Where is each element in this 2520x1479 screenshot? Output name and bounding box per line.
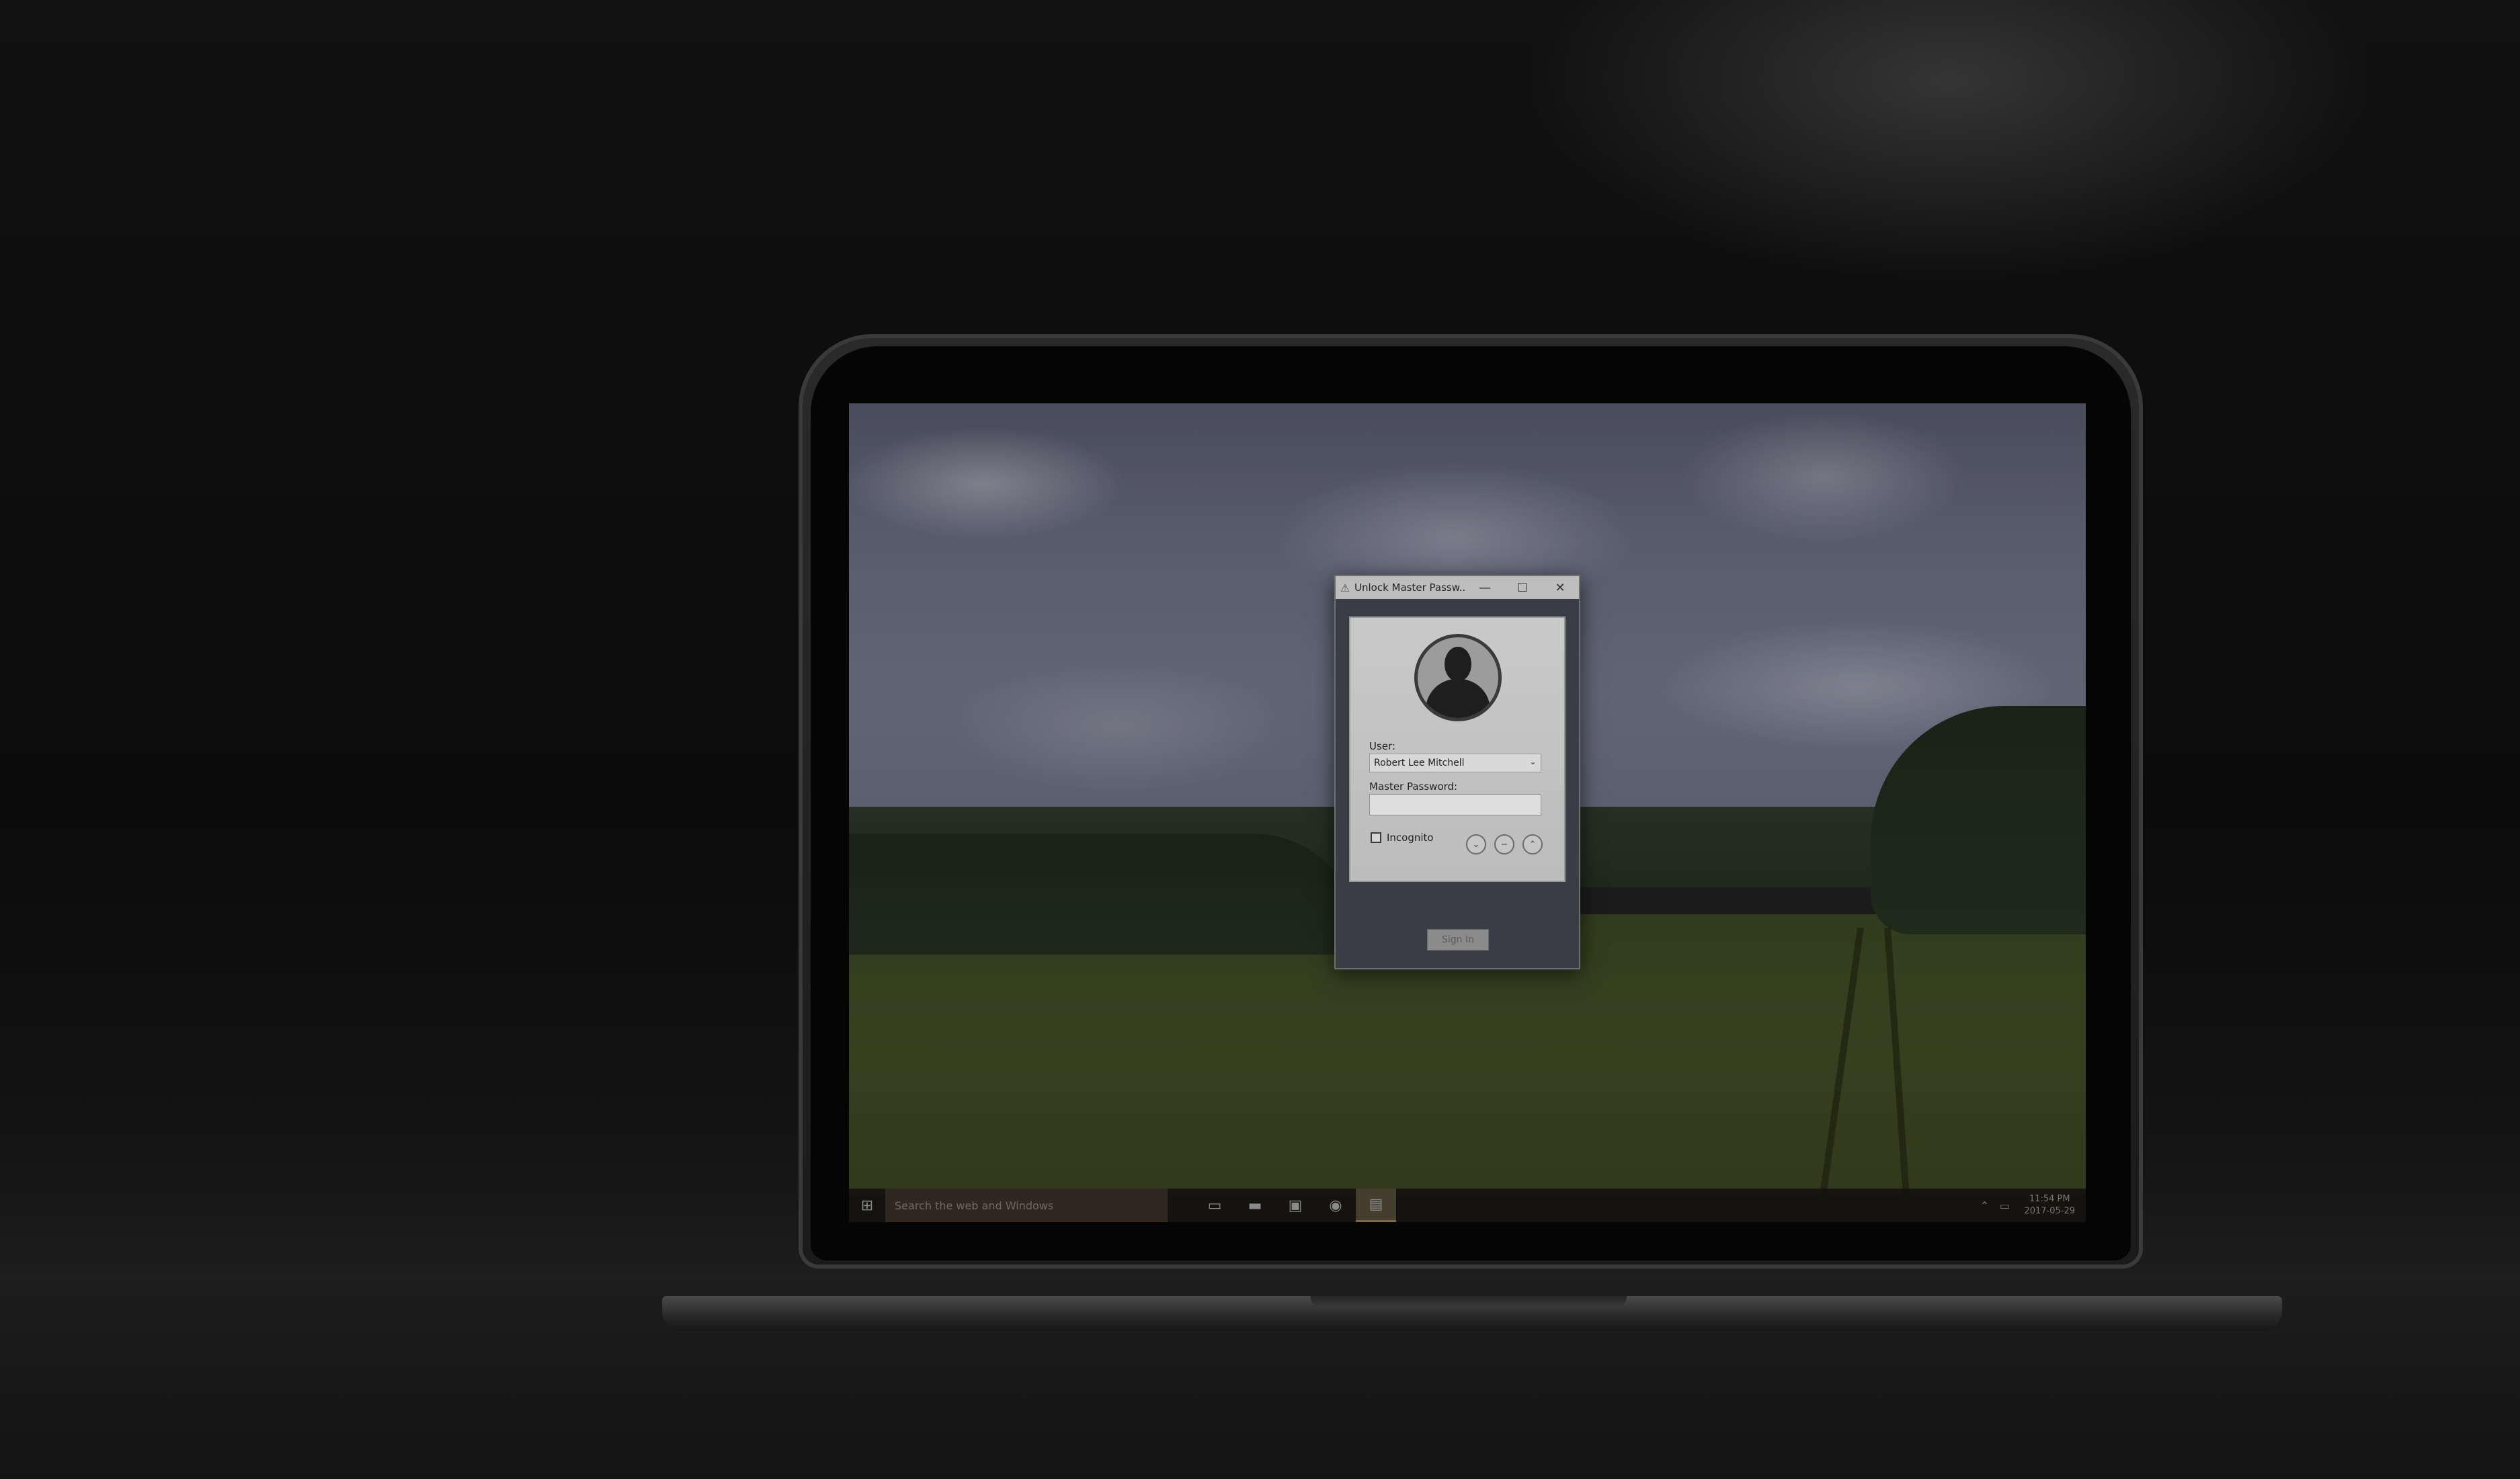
user-label: User: bbox=[1369, 740, 1395, 752]
sign-in-button[interactable]: Sign In bbox=[1427, 929, 1489, 951]
laptop-hinge-notch bbox=[1311, 1296, 1627, 1307]
taskbar: ⊞ Search the web and Windows ▭ ▬ ▣ ◉ ▤ ⌃… bbox=[849, 1189, 2086, 1222]
minus-circle-icon[interactable]: − bbox=[1494, 834, 1514, 854]
laptop-screen: ⚠ Unlock Master Passw... — ☐ ✕ User: Rob… bbox=[849, 403, 2086, 1222]
chevron-down-icon: ⌄ bbox=[1529, 757, 1537, 767]
user-select[interactable]: Robert Lee Mitchell ⌄ bbox=[1369, 754, 1541, 772]
avatar-silhouette-head bbox=[1445, 647, 1471, 682]
unlock-dialog: ⚠ Unlock Master Passw... — ☐ ✕ User: Rob… bbox=[1334, 575, 1580, 969]
login-panel: User: Robert Lee Mitchell ⌄ Master Passw… bbox=[1349, 616, 1566, 882]
action-buttons: ⌄ − ⌃ bbox=[1466, 834, 1551, 854]
windows-start-icon[interactable]: ⊞ bbox=[849, 1189, 885, 1222]
user-select-value: Robert Lee Mitchell bbox=[1374, 758, 1465, 768]
close-button[interactable]: ✕ bbox=[1541, 576, 1579, 599]
master-password-input[interactable] bbox=[1369, 794, 1541, 815]
chrome-icon[interactable]: ◉ bbox=[1315, 1189, 1356, 1222]
file-explorer-icon[interactable]: ▬ bbox=[1235, 1189, 1275, 1222]
taskbar-pinned-apps: ▭ ▬ ▣ ◉ ▤ bbox=[1194, 1189, 1396, 1222]
avatar-silhouette-body bbox=[1426, 679, 1490, 718]
taskbar-clock[interactable]: 11:54 PM 2017-05-29 bbox=[2024, 1193, 2075, 1217]
chevron-up-icon[interactable]: ⌃ bbox=[1974, 1199, 1994, 1212]
chevron-up-circle-icon[interactable]: ⌃ bbox=[1522, 834, 1543, 854]
incognito-checkbox[interactable] bbox=[1371, 832, 1381, 843]
app-icon: ⚠ bbox=[1340, 581, 1350, 594]
chevron-down-circle-icon[interactable]: ⌄ bbox=[1466, 834, 1486, 854]
minimize-button[interactable]: — bbox=[1466, 576, 1504, 599]
clock-time: 11:54 PM bbox=[2029, 1194, 2070, 1204]
task-view-icon[interactable]: ▭ bbox=[1194, 1189, 1235, 1222]
master-password-label: Master Password: bbox=[1369, 781, 1458, 793]
search-placeholder: Search the web and Windows bbox=[895, 1199, 1054, 1212]
system-tray: ⌃ ▭ 11:54 PM 2017-05-29 bbox=[1974, 1193, 2086, 1217]
master-password-app-icon[interactable]: ▤ bbox=[1356, 1189, 1396, 1222]
maximize-button[interactable]: ☐ bbox=[1504, 576, 1541, 599]
user-avatar-icon bbox=[1414, 634, 1502, 721]
dialog-title: Unlock Master Passw... bbox=[1354, 582, 1466, 594]
incognito-label: Incognito bbox=[1387, 832, 1434, 844]
terminal-icon[interactable]: ▣ bbox=[1275, 1189, 1315, 1222]
clock-date: 2017-05-29 bbox=[2024, 1206, 2075, 1216]
notification-icon[interactable]: ▭ bbox=[1994, 1199, 2015, 1212]
dialog-titlebar[interactable]: ⚠ Unlock Master Passw... — ☐ ✕ bbox=[1336, 576, 1579, 599]
taskbar-search[interactable]: Search the web and Windows bbox=[885, 1189, 1168, 1222]
incognito-option[interactable]: Incognito bbox=[1371, 832, 1434, 844]
